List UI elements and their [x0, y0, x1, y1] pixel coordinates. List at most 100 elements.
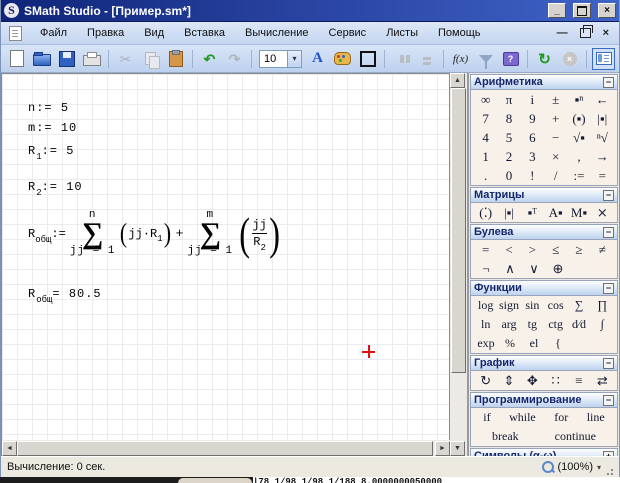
collapse-button[interactable]: −: [603, 77, 614, 88]
palette-item[interactable]: cos: [544, 298, 567, 313]
chevron-down-icon[interactable]: ▾: [597, 463, 601, 472]
vertical-scroll-thumb[interactable]: [451, 88, 466, 373]
copy-button[interactable]: [139, 48, 162, 70]
recalculate-button[interactable]: ↻: [533, 48, 556, 70]
collapse-button[interactable]: −: [603, 358, 614, 369]
menu-edit[interactable]: Правка: [77, 24, 134, 42]
palette-item[interactable]: tg: [521, 317, 544, 332]
minimize-button[interactable]: _: [548, 3, 566, 18]
palette-item[interactable]: =: [591, 168, 614, 184]
maximize-button[interactable]: [573, 3, 591, 18]
new-button[interactable]: [5, 48, 28, 70]
zoom-control[interactable]: (100%) ▾: [542, 461, 613, 473]
open-button[interactable]: [30, 48, 53, 70]
menu-file[interactable]: Файл: [30, 24, 77, 42]
palette-item[interactable]: ⁿ√: [591, 130, 614, 146]
palette-header[interactable]: График−: [471, 356, 617, 371]
expression-r1[interactable]: R1:= 5: [28, 144, 74, 158]
palette-item[interactable]: 7: [474, 111, 497, 127]
palette-item[interactable]: ±: [544, 92, 567, 108]
font-color-button[interactable]: A: [306, 48, 329, 70]
collapse-button[interactable]: −: [603, 227, 614, 238]
palette-item[interactable]: 6: [521, 130, 544, 146]
palette-item[interactable]: 5: [497, 130, 520, 146]
palette-item[interactable]: <: [497, 242, 520, 258]
palette-item[interactable]: →: [591, 149, 614, 165]
palette-item[interactable]: ✥: [521, 373, 544, 389]
palette-item[interactable]: ⨯: [591, 205, 614, 221]
palette-item[interactable]: sign: [497, 298, 520, 313]
expand-button[interactable]: +: [603, 451, 614, 457]
collapse-button[interactable]: −: [603, 190, 614, 201]
palette-item[interactable]: .: [474, 168, 497, 184]
cut-button[interactable]: ✂: [114, 48, 137, 70]
palette-item[interactable]: (⁚): [474, 205, 497, 221]
align-horizontal-button[interactable]: [390, 48, 413, 70]
palette-item[interactable]: ⊕: [546, 261, 570, 277]
palette-item[interactable]: i: [521, 92, 544, 108]
palette-item[interactable]: ctg: [544, 317, 567, 332]
redo-button[interactable]: ↷: [223, 48, 246, 70]
palette-item[interactable]: ,: [567, 149, 590, 165]
palette-header[interactable]: Матрицы−: [471, 188, 617, 203]
palette-header[interactable]: Символы (α-ω)+: [471, 449, 617, 456]
filter-button[interactable]: [474, 48, 497, 70]
menu-calculation[interactable]: Вычисление: [235, 24, 319, 42]
palette-item[interactable]: exp: [474, 336, 498, 351]
horizontal-scrollbar[interactable]: ◄ ►: [1, 440, 450, 456]
save-button[interactable]: [55, 48, 78, 70]
palette-item[interactable]: ⇕: [497, 373, 520, 389]
palette-item[interactable]: π: [497, 92, 520, 108]
palette-item[interactable]: if: [479, 410, 494, 425]
expression-n[interactable]: n:= 5: [28, 101, 69, 115]
palette-item[interactable]: ∑: [567, 298, 590, 313]
mdi-restore-button[interactable]: [580, 28, 591, 38]
palette-item[interactable]: ∷: [544, 373, 567, 389]
palette-item[interactable]: ↻: [474, 373, 497, 389]
palette-item[interactable]: 9: [521, 111, 544, 127]
menu-view[interactable]: Вид: [134, 24, 174, 42]
palette-item[interactable]: 0: [497, 168, 520, 184]
undo-button[interactable]: ↶: [198, 48, 221, 70]
scroll-track[interactable]: [450, 373, 467, 441]
palette-item[interactable]: ∧: [498, 261, 522, 277]
palette-item[interactable]: ≠: [591, 242, 614, 258]
palette-item[interactable]: 1: [474, 149, 497, 165]
palette-item[interactable]: /: [544, 168, 567, 184]
palette-item[interactable]: A▪: [544, 205, 567, 221]
palette-header[interactable]: Функции−: [471, 281, 617, 296]
palette-item[interactable]: line: [583, 410, 609, 425]
print-button[interactable]: [80, 48, 103, 70]
palette-item[interactable]: sin: [521, 298, 544, 313]
palette-item[interactable]: ∫: [591, 317, 614, 332]
document-icon[interactable]: [9, 26, 22, 41]
background-color-button[interactable]: [331, 48, 354, 70]
collapse-button[interactable]: −: [603, 395, 614, 406]
palette-item[interactable]: 8: [497, 111, 520, 127]
palette-item[interactable]: arg: [497, 317, 520, 332]
palette-item[interactable]: %: [498, 336, 522, 351]
palette-item[interactable]: |▪|: [591, 111, 614, 127]
menu-service[interactable]: Сервис: [319, 24, 377, 42]
palette-item[interactable]: continue: [551, 429, 600, 444]
resize-grip[interactable]: [605, 463, 613, 471]
font-size-combo[interactable]: 10 ▾: [259, 50, 302, 68]
palette-item[interactable]: while: [505, 410, 540, 425]
collapse-button[interactable]: −: [603, 283, 614, 294]
palette-header[interactable]: Программирование−: [471, 393, 617, 408]
menu-sheets[interactable]: Листы: [376, 24, 428, 42]
expression-m[interactable]: m:= 10: [28, 121, 77, 135]
palette-item[interactable]: ⇄: [591, 373, 614, 389]
palette-item[interactable]: break: [488, 429, 523, 444]
palette-item[interactable]: ×: [544, 149, 567, 165]
palette-item[interactable]: el: [522, 336, 546, 351]
palette-item[interactable]: ≥: [567, 242, 590, 258]
stop-button[interactable]: ×: [558, 48, 581, 70]
scroll-down-button[interactable]: ▼: [450, 441, 465, 456]
expression-rtotal-formula[interactable]: Rобщ:= n ∑ jj = 1 ( jj · R 1 ) +: [28, 207, 282, 260]
function-button[interactable]: f(x): [449, 48, 472, 70]
horizontal-scroll-thumb[interactable]: [17, 441, 433, 456]
palette-item[interactable]: :=: [567, 168, 590, 184]
align-vertical-button[interactable]: [415, 48, 438, 70]
menu-help[interactable]: Помощь: [428, 24, 491, 42]
